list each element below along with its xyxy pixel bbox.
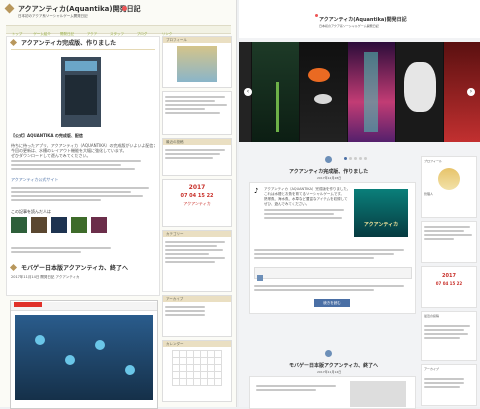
widget-heading: カレンダー [163,341,231,347]
related-thumb[interactable] [11,217,27,233]
right-sidebar: プロフィール 管理人 2017 07 04 15 22 最近の投稿 アーカイブ [421,156,477,406]
post2-thumb [350,381,406,407]
calendar-widget: カレンダー [162,340,232,402]
right-site-subtitle: 日本初のアクア系ソーシャルゲーム開発日記 [319,24,379,28]
counter-widget: 2017 07 04 15 22 [421,266,477,308]
right-post1-date: 2017年12月28日 [317,176,342,180]
post1-footer-lines [254,283,410,293]
left-page-screenshot: アクアンティカ(Aquantika)開発日記 日本初のアクア系ソーシャルゲーム開… [0,0,237,409]
counter-date: 07 04 15 22 [435,281,463,286]
left-post2-title[interactable]: モバゲー日本版アクアンティカ、終了へ [21,263,128,272]
slide-image [252,42,299,142]
profile-widget: プロフィール 管理人 [421,156,477,218]
widget-heading: プロフィール [163,37,231,43]
left-post2-meta: 2017年11月14日 開発日記 アクアンティカ [11,275,80,279]
post2-title-icon [9,263,18,272]
logo-text: アクアンティカ [363,222,399,228]
widget-heading: アーカイブ [424,367,439,371]
related-thumb[interactable] [91,217,107,233]
archive-widget: アーカイブ [162,295,232,337]
slide-image [300,42,347,142]
related-thumb[interactable] [31,217,47,233]
text-widget [162,91,232,135]
right-post1-title[interactable]: アクアンティカ完成版、作りました [289,168,368,175]
mobage-screenshot [10,300,158,409]
related-thumb[interactable] [51,217,67,233]
left-site-logo-icon [4,3,15,14]
counter-year: 2017 [442,273,456,279]
profile-image [177,46,217,82]
body-line: ぜひダウンロードして遊んでみてください。 [11,153,91,158]
right-post1-card: ♪ アクアンティカ（AQUANTIKA）完成版を作りました。 これは水槽とお魚を… [249,182,416,314]
post1-body-more [254,247,410,261]
right-page-screenshot: アクアンティカ(Aquantika)開発日記 日本初のアクア系ソーシャルゲーム開… [239,0,480,409]
right-post2-date: 2017年11月14日 [317,370,342,374]
quote-icon: ♪ [254,187,259,195]
right-site-title[interactable]: アクアンティカ(Aquantika)開発日記 [319,16,407,23]
counter-widget: 2017 07 04 15 22 アクアンティカ [162,179,232,227]
slide-image [396,42,443,142]
post-icon [325,350,332,357]
left-post1-title[interactable]: アクアンティカ完成版、作りました [21,38,116,47]
slider-prev-icon[interactable]: ‹ [244,88,252,96]
read-more-button[interactable]: 続きを読む [314,299,350,307]
category-widget: カテゴリー [162,230,232,292]
post-icon [325,156,332,163]
widget-heading: 最近の投稿 [424,314,440,318]
post1-body: 待ちに待ったアプリ、アクアンティカ（AQUANTIKA）の完成版がいよいよ配信さ… [11,143,155,172]
post1-body: アクアンティカ（AQUANTIKA）完成版を作りました。 これは水槽とお魚を育て… [264,187,348,221]
recent-posts-widget: 最近の投稿 [162,138,232,176]
left-main-column: アクアンティカ完成版、作りました 【公式】AQUANTIKA の完成版、配信 待… [6,36,160,296]
slider-dots[interactable] [343,145,368,164]
flower-icon [122,6,127,11]
widget-heading: プロフィール [424,159,442,163]
flower-icon [315,14,318,17]
recent-posts-widget: 最近の投稿 [421,311,477,361]
profile-name: 管理人 [424,192,434,196]
profile-widget: プロフィール [162,36,232,88]
app-logo-image: アクアンティカ [354,189,408,237]
related-label: この記事を読んだ人は [11,209,51,214]
post1-body-more [11,185,151,203]
image-slider[interactable]: ‹ › [239,42,480,142]
left-nav-bar: トップ ゲーム紹介 開発日記 アクア スタッフ ブログ リンク [6,25,231,36]
archive-widget: アーカイブ [421,364,477,406]
slide-image [348,42,395,142]
counter-date: 07 04 15 22 [180,193,214,199]
body-line: ぜひ、遊んでみてください。 [264,202,310,206]
text-widget [421,221,477,263]
meta-lines [11,245,155,255]
post1-link[interactable]: アクアンティカ公式サイト [11,177,58,182]
app-screenshot-image [61,57,101,127]
related-thumb[interactable] [71,217,87,233]
left-sidebar: プロフィール 最近の投稿 2017 07 04 15 22 アクアンティカ カテ… [162,36,232,402]
right-post2-title[interactable]: モバゲー日本版アクアンティカ、終了へ [289,362,378,369]
right-post2-card [249,376,416,409]
counter-year: 2017 [188,184,206,191]
counter-text: アクアンティカ [183,201,211,206]
avatar [438,168,460,190]
post-title-icon [9,38,18,47]
embed-box[interactable] [254,267,412,281]
slider-next-icon[interactable]: › [467,88,475,96]
divider [11,49,155,50]
calendar-grid [172,350,222,386]
left-site-subtitle: 日本初のアクア系ソーシャルゲーム開発日記 [18,14,88,18]
post1-caption: 【公式】AQUANTIKA の完成版、配信 [11,133,83,138]
